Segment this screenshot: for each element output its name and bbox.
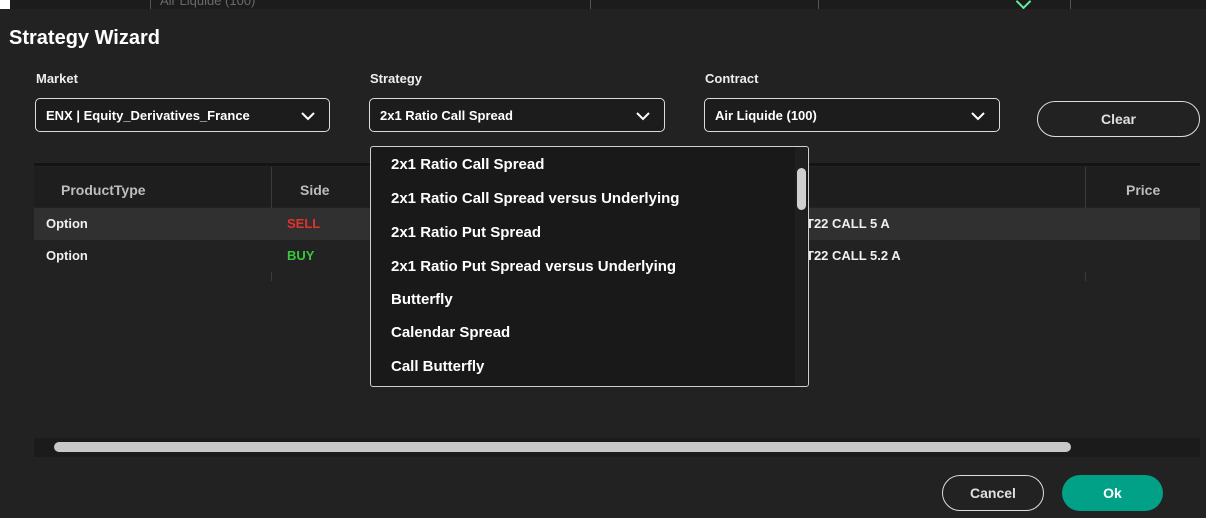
- cell-product-type: Option: [46, 248, 88, 263]
- horizontal-scrollbar-thumb[interactable]: [54, 442, 1071, 452]
- horizontal-scrollbar[interactable]: [34, 438, 1200, 457]
- strategy-dropdown-list: 2x1 Ratio Call Spread 2x1 Ratio Call Spr…: [370, 146, 809, 387]
- dropdown-option[interactable]: Butterfly: [391, 291, 453, 308]
- contract-select-value: Air Liquide (100): [715, 108, 817, 123]
- strategy-select-value: 2x1 Ratio Call Spread: [380, 108, 513, 123]
- dialog-title: Strategy Wizard: [9, 27, 160, 49]
- cell-side: SELL: [287, 216, 321, 231]
- dropdown-scrollbar-thumb[interactable]: [797, 168, 806, 210]
- cell-instrument: T22 CALL 5.2 A: [806, 248, 901, 263]
- background-divider: [1070, 0, 1071, 9]
- background-contract-text: Air Liquide (100): [160, 0, 256, 8]
- dropdown-option[interactable]: Calendar Spread: [391, 324, 510, 341]
- cell-product-type: Option: [46, 216, 88, 231]
- dropdown-scrollbar[interactable]: [795, 147, 807, 386]
- header-product-type[interactable]: ProductType: [61, 182, 146, 198]
- cell-side: BUY: [287, 248, 315, 263]
- header-price[interactable]: Price: [1126, 182, 1160, 198]
- strategy-wizard-dialog: Strategy Wizard Market Strategy Contract…: [0, 9, 1206, 518]
- chevron-down-icon: [636, 109, 650, 123]
- dropdown-option[interactable]: 2x1 Ratio Call Spread: [391, 156, 544, 173]
- cancel-button[interactable]: Cancel: [942, 475, 1044, 511]
- contract-label: Contract: [705, 71, 759, 86]
- background-divider: [150, 0, 151, 9]
- background-divider: [590, 0, 591, 9]
- strategy-select[interactable]: 2x1 Ratio Call Spread: [369, 98, 665, 132]
- background-window-strip: Air Liquide (100): [0, 0, 1206, 10]
- market-select-value: ENX | Equity_Derivatives_France: [46, 108, 250, 123]
- contract-select[interactable]: Air Liquide (100): [704, 98, 1000, 132]
- header-side[interactable]: Side: [300, 182, 330, 198]
- strategy-label: Strategy: [370, 71, 423, 86]
- market-label: Market: [36, 71, 78, 86]
- dropdown-option[interactable]: 2x1 Ratio Put Spread versus Underlying: [391, 258, 676, 275]
- background-divider: [818, 0, 819, 9]
- chevron-down-icon: [971, 109, 985, 123]
- dropdown-option[interactable]: Call Butterfly: [391, 358, 484, 375]
- market-select[interactable]: ENX | Equity_Derivatives_France: [35, 98, 330, 132]
- dropdown-option[interactable]: 2x1 Ratio Call Spread versus Underlying: [391, 190, 679, 207]
- clear-button[interactable]: Clear: [1037, 101, 1200, 137]
- cell-instrument: T22 CALL 5 A: [806, 216, 890, 231]
- ok-button[interactable]: Ok: [1062, 475, 1163, 511]
- chevron-down-icon: [301, 109, 315, 123]
- dropdown-option[interactable]: 2x1 Ratio Put Spread: [391, 224, 541, 241]
